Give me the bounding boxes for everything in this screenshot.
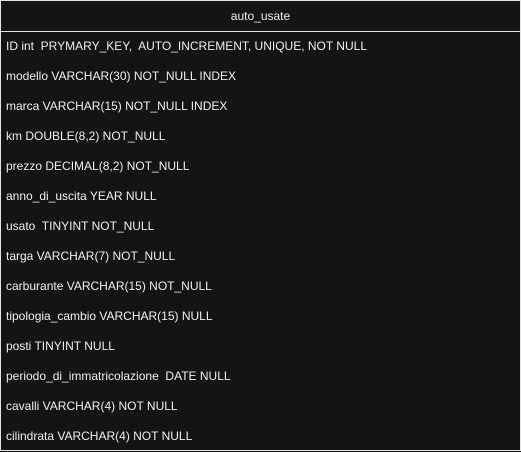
field-carburante[interactable]: carburante VARCHAR(15) NOT_NULL [1,272,520,302]
field-usato[interactable]: usato TINYINT NOT_NULL [1,212,520,242]
field-targa[interactable]: targa VARCHAR(7) NOT_NULL [1,242,520,272]
field-modello[interactable]: modello VARCHAR(30) NOT_NULL INDEX [1,62,520,92]
field-anno-di-uscita[interactable]: anno_di_uscita YEAR NULL [1,182,520,212]
field-cilindrata[interactable]: cilindrata VARCHAR(4) NOT NULL [1,422,520,452]
field-id[interactable]: ID int PRYMARY_KEY, AUTO_INCREMENT, UNIQ… [1,32,520,62]
field-km[interactable]: km DOUBLE(8,2) NOT_NULL [1,122,520,152]
field-tipologia-cambio[interactable]: tipologia_cambio VARCHAR(15) NULL [1,302,520,332]
field-posti[interactable]: posti TINYINT NULL [1,332,520,362]
field-prezzo[interactable]: prezzo DECIMAL(8,2) NOT_NULL [1,152,520,182]
field-cavalli[interactable]: cavalli VARCHAR(4) NOT NULL [1,392,520,422]
field-periodo-di-immatricolazione[interactable]: periodo_di_immatricolazione DATE NULL [1,362,520,392]
table-title[interactable]: auto_usate [1,1,520,32]
field-list: ID int PRYMARY_KEY, AUTO_INCREMENT, UNIQ… [1,32,520,452]
entity-table-auto-usate[interactable]: auto_usate ID int PRYMARY_KEY, AUTO_INCR… [0,0,521,451]
field-marca[interactable]: marca VARCHAR(15) NOT_NULL INDEX [1,92,520,122]
